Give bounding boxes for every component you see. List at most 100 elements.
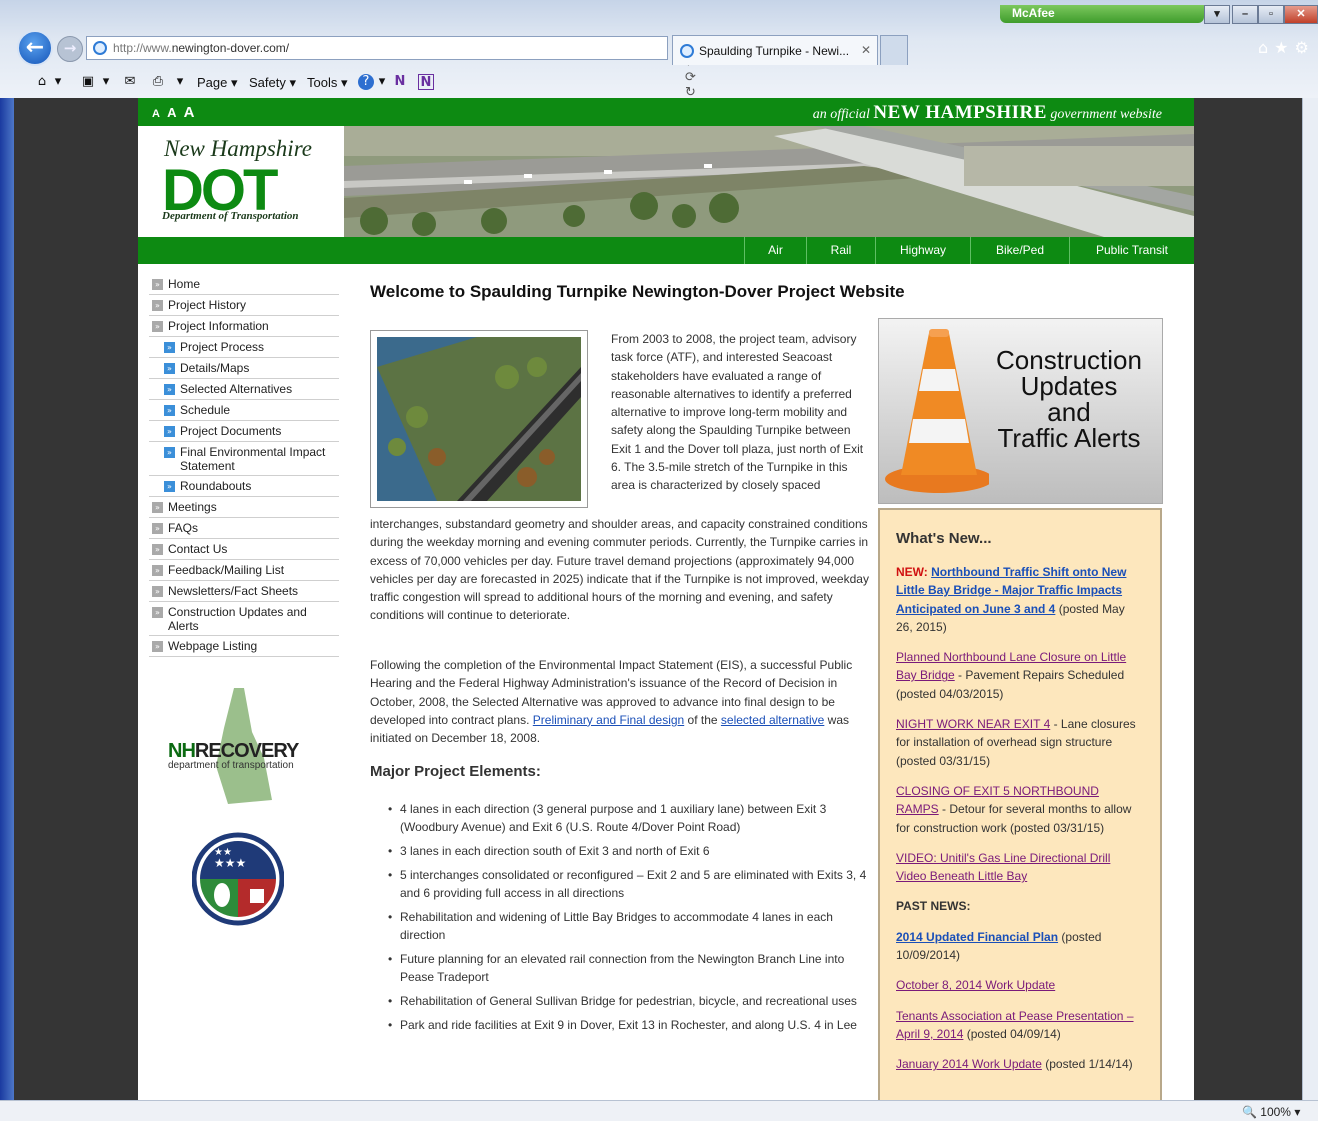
browser-chrome: McAfee ▾ – ▫ ✕ ← → http://www.newington-… — [0, 0, 1318, 100]
recovery-gov-seal[interactable]: ★★★ ★★ — [191, 831, 285, 929]
sidebar-item[interactable]: » Selected Alternatives — [149, 379, 339, 400]
nhdot-logo[interactable]: New Hampshire DOT Department of Transpor… — [138, 126, 344, 237]
sidebar-item-label: Project History — [168, 298, 247, 312]
page-menu-label: Page — [197, 75, 228, 90]
vertical-scrollbar[interactable] — [1302, 98, 1318, 1100]
sidebar-item-label: Project Documents — [180, 424, 282, 438]
text-size-large[interactable]: A — [184, 104, 197, 121]
onenote-icon[interactable]: N — [392, 74, 408, 90]
sidebar-item[interactable]: » Home — [149, 274, 339, 295]
sidebar-item[interactable]: » Newsletters/Fact Sheets — [149, 581, 339, 602]
news-item: VIDEO: Unitil's Gas Line Directional Dri… — [896, 849, 1144, 886]
text-size-controls: A A A — [152, 104, 196, 121]
sidebar-item[interactable]: » Project History — [149, 295, 339, 316]
cone-line-1: Construction — [996, 345, 1142, 375]
tools-menu[interactable]: Tools ▾ — [307, 75, 348, 91]
help-dropdown-icon[interactable]: ▾ — [374, 74, 390, 90]
print-dropdown-icon[interactable]: ▾ — [172, 74, 188, 90]
cone-line-4: Traffic Alerts — [997, 423, 1141, 453]
sidebar-item[interactable]: » Webpage Listing — [149, 636, 339, 657]
home-favorites-tools-icons[interactable]: ⌂★⚙ — [1258, 38, 1315, 57]
page-right-margin — [1194, 98, 1302, 1100]
sidebar-item-label: Selected Alternatives — [180, 382, 293, 396]
sidebar-item[interactable]: » Contact Us — [149, 539, 339, 560]
feeds-dropdown-icon[interactable]: ▾ — [98, 74, 114, 90]
print-icon[interactable]: ⎙ — [150, 74, 166, 90]
sidebar-arrow-icon: » — [164, 447, 175, 458]
ie-page-icon — [93, 41, 107, 55]
sidebar-arrow-icon: » — [164, 342, 175, 353]
sidebar-item-label: Construction Updates and Alerts — [168, 605, 307, 633]
zoom-control[interactable]: 🔍 100% ▾ — [1242, 1105, 1300, 1119]
aerial-turnpike-photo — [370, 330, 588, 508]
major-elements-heading: Major Project Elements: — [370, 763, 541, 780]
page-menu[interactable]: Page ▾ — [197, 75, 238, 91]
nav-public-transit[interactable]: Public Transit — [1069, 237, 1194, 264]
sidebar-item[interactable]: » Feedback/Mailing List — [149, 560, 339, 581]
sidebar-item[interactable]: » Schedule — [149, 400, 339, 421]
window-restore-small[interactable]: ▾ — [1204, 5, 1230, 24]
sidebar-arrow-icon: » — [164, 426, 175, 437]
mail-icon[interactable]: ✉ — [122, 74, 138, 90]
official-site-banner: an official NEW HAMPSHIRE government web… — [813, 102, 1162, 124]
mcafee-toolbar[interactable]: McAfee — [1000, 5, 1204, 23]
official-suffix: government website — [1050, 107, 1162, 122]
home-icon[interactable]: ⌂ — [34, 74, 50, 90]
news-link-video-drill[interactable]: VIDEO: Unitil's Gas Line Directional Dri… — [896, 851, 1110, 883]
browser-tab[interactable]: Spaulding Turnpike - Newi... ✕ — [672, 35, 878, 65]
back-button[interactable]: ← — [17, 30, 53, 66]
state-topbar: A A A an official NEW HAMPSHIRE governme… — [138, 98, 1194, 126]
sidebar-item[interactable]: » Project Information — [149, 316, 339, 337]
past-link-oct-2014[interactable]: October 8, 2014 Work Update — [896, 978, 1055, 992]
forward-button[interactable]: → — [57, 36, 83, 62]
help-icon[interactable]: ? — [358, 74, 374, 90]
text-size-small[interactable]: A — [152, 108, 162, 120]
sidebar-item[interactable]: » Project Process — [149, 337, 339, 358]
new-badge: NEW: — [896, 565, 928, 579]
svg-text:★★★: ★★★ — [214, 856, 246, 870]
mode-navbar: Air Rail Highway Bike/Ped Public Transit — [138, 237, 1194, 264]
sidebar-arrow-icon: » — [152, 544, 163, 555]
sidebar-item[interactable]: » Details/Maps — [149, 358, 339, 379]
sidebar-item[interactable]: » Construction Updates and Alerts — [149, 602, 339, 636]
nh-recovery-logo[interactable]: NHRECOVERY department of transportation — [168, 688, 318, 804]
sidebar-item[interactable]: » Project Documents — [149, 421, 339, 442]
sidebar-arrow-icon: » — [164, 405, 175, 416]
sidebar-item[interactable]: » Final Environmental Impact Statement — [149, 442, 339, 476]
sidebar-item[interactable]: » FAQs — [149, 518, 339, 539]
onenote-send-icon[interactable]: N — [418, 74, 434, 90]
sidebar-item-label: Project Information — [168, 319, 269, 333]
sidebar-item[interactable]: » Roundabouts — [149, 476, 339, 497]
text-size-medium[interactable]: A — [167, 105, 178, 120]
past-link-jan-2014[interactable]: January 2014 Work Update — [896, 1057, 1042, 1071]
nav-bike-ped[interactable]: Bike/Ped — [970, 237, 1069, 264]
list-item: 5 interchanges consolidated or reconfigu… — [388, 866, 874, 902]
nav-air[interactable]: Air — [744, 237, 806, 264]
sidebar-arrow-icon: » — [152, 321, 163, 332]
address-bar[interactable]: http://www.newington-dover.com/ ⌕ ▾ ⟳ ↻ — [86, 36, 696, 100]
selected-alternative-link[interactable]: selected alternative — [721, 713, 824, 727]
past-link-financial-plan[interactable]: 2014 Updated Financial Plan — [896, 930, 1058, 944]
past-text: (posted 1/14/14) — [1045, 1057, 1133, 1072]
traffic-cone-icon — [885, 329, 989, 493]
sidebar-item-label: Details/Maps — [180, 361, 250, 375]
feeds-icon[interactable]: ▣ — [80, 74, 96, 90]
construction-updates-banner[interactable]: Construction Updates and Traffic Alerts — [878, 318, 1163, 504]
tools-menu-label: Tools — [307, 75, 338, 90]
new-tab-button[interactable] — [880, 35, 908, 65]
minimize-button[interactable]: – — [1232, 5, 1258, 24]
major-elements-list: 4 lanes in each direction (3 general pur… — [388, 800, 874, 1040]
nav-highway[interactable]: Highway — [875, 237, 970, 264]
nav-rail[interactable]: Rail — [806, 237, 875, 264]
news-link-night-work[interactable]: NIGHT WORK NEAR EXIT 4 — [896, 717, 1050, 731]
close-window-button[interactable]: ✕ — [1284, 5, 1318, 24]
tab-close-icon[interactable]: ✕ — [861, 43, 871, 57]
preliminary-final-design-link[interactable]: Preliminary and Final design — [533, 713, 684, 727]
tab-favicon-icon — [680, 44, 694, 58]
nh-recovery-nh: NH — [168, 740, 196, 762]
sidebar-item[interactable]: » Meetings — [149, 497, 339, 518]
safety-menu[interactable]: Safety ▾ — [249, 75, 296, 91]
maximize-button[interactable]: ▫ — [1258, 5, 1284, 24]
home-dropdown-icon[interactable]: ▾ — [50, 74, 66, 90]
list-item: Rehabilitation of General Sullivan Bridg… — [388, 992, 874, 1010]
